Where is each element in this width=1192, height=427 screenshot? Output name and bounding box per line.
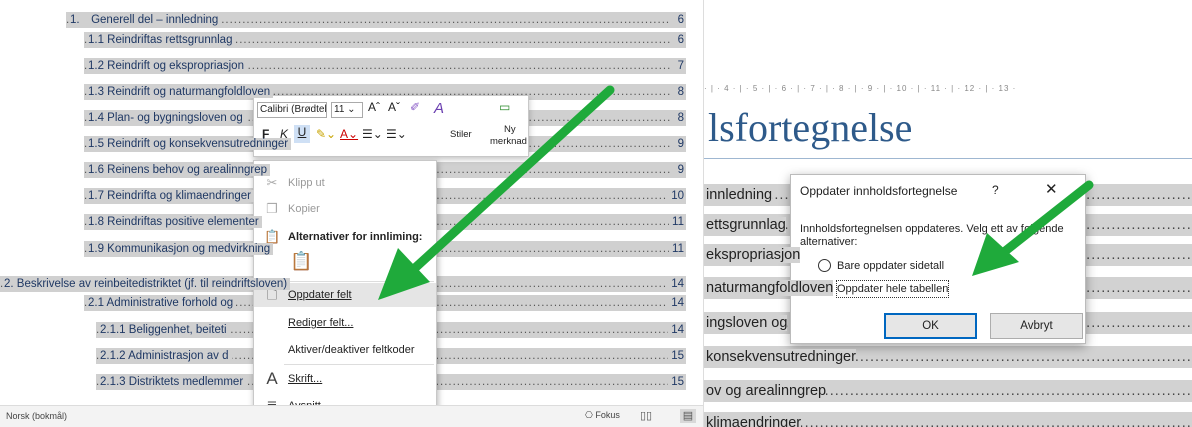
read-mode-icon[interactable]: ▯▯ [638, 409, 654, 423]
new-comment-icon[interactable]: ▭ [499, 100, 510, 114]
toc-entry-title: ekspropriasjon [704, 247, 801, 263]
toc-entry-title: 1.3 Reindrift og naturmangfoldloven [88, 86, 274, 98]
menu-item-font[interactable]: A Skrift... [254, 367, 436, 391]
menu-item-edit-field[interactable]: Rediger felt... [254, 311, 436, 335]
toc-entry-title: klimaendringer [704, 415, 802, 427]
toc-entry-title: 2.1.2 Administrasjon av d [100, 350, 232, 362]
focus-mode-button[interactable]: ⎔ Fokus [585, 410, 620, 421]
menu-separator [284, 281, 434, 282]
toc-entry-page: 9 [674, 136, 684, 152]
heading-rule [704, 158, 1192, 159]
toc-entry-title: 2.1.3 Distriktets medlemmer [100, 376, 247, 388]
toc-entry-page: 14 [668, 322, 684, 338]
toc-entry-page: 6 [674, 12, 684, 28]
focus-icon: ⎔ [585, 410, 593, 420]
toc-entry-title: 1.6 Reinens behov og arealinngrep [88, 164, 271, 176]
toc-entry-right[interactable]: ........................................… [704, 380, 1192, 402]
toc-entry-title: konsekvensutredninger [704, 349, 856, 365]
toc-entry-page: 9 [674, 162, 684, 178]
toc-heading: lsfortegnelse [708, 105, 913, 150]
menu-item-cut[interactable]: ✂ Klipp ut [254, 171, 436, 195]
ruler: · | · 4 · | · 5 · | · 6 · | · 7 · | · 8 … [704, 84, 1017, 93]
toc-entry-page: 7 [674, 58, 684, 74]
toc-entry-title: ettsgrunnlag [704, 217, 786, 233]
toc-entry-page: 15 [668, 348, 684, 364]
toc-entry-title: 1.7 Reindrifta og klimaendringer [88, 190, 255, 202]
dialog-message: Innholdsfortegnelsen oppdateres. Velg et… [800, 223, 1064, 248]
new-comment-label[interactable]: Ny [504, 124, 516, 135]
word-document-right: · | · 4 · | · 5 · | · 6 · | · 7 · | · 8 … [703, 0, 1192, 427]
language-indicator[interactable]: Norsk (bokmål) [6, 411, 67, 421]
toc-entry-page: 8 [674, 84, 684, 100]
menu-item-toggle-field-codes[interactable]: Aktiver/deaktiver feltkoder [254, 338, 436, 362]
font-size-box[interactable]: 11 ⌄ [331, 102, 363, 118]
menu-item-paste-options: 📋 Alternativer for innliming: [254, 225, 436, 249]
menu-separator-2 [284, 364, 434, 365]
close-icon[interactable]: ✕ [1045, 180, 1058, 198]
toc-entry-title: 2.1 Administrative forhold og [88, 297, 237, 309]
toc-entry[interactable]: ........................................… [66, 12, 686, 28]
bullets-icon[interactable]: ☰⌄ [362, 127, 383, 141]
toc-entry-title: naturmangfoldloven [704, 280, 834, 296]
toc-entry[interactable]: ........................................… [84, 32, 686, 48]
font-icon: A [266, 369, 278, 388]
menu-item-copy[interactable]: ❐ Kopier [254, 197, 436, 221]
toc-entry-title: 2. Beskrivelse av reinbeitedistriktet (j… [4, 278, 291, 290]
ok-button[interactable]: OK [884, 313, 977, 339]
highlight-icon[interactable]: ✎⌄ [316, 127, 336, 141]
cancel-button[interactable]: Avbryt [990, 313, 1083, 339]
font-color-icon[interactable]: A⌄ [340, 127, 358, 141]
toc-entry-page: 6 [674, 32, 684, 48]
toc-entry-title: ingsloven og [704, 315, 788, 331]
underline-button[interactable]: U [294, 125, 310, 143]
styles-label[interactable]: Stiler [450, 129, 472, 140]
word-document-left: ........................................… [0, 0, 703, 427]
paste-keep-text-icon[interactable]: 📋 [290, 251, 312, 272]
toc-entry-page: 8 [674, 110, 684, 126]
new-comment-label-2[interactable]: merknad [490, 136, 527, 147]
toc-entry-title: 1.8 Reindriftas positive elementer [88, 216, 262, 228]
mini-toolbar: Calibri (Brødtekst) 11 ⌄ Aˆ Aˇ ✐ A ▭ F K… [253, 95, 529, 157]
styles-icon[interactable]: A [434, 100, 444, 117]
toc-entry-page: 10 [668, 188, 684, 204]
toc-entry-page: 11 [669, 241, 684, 257]
toc-entry-title: 1. Generell del – innledning [70, 14, 222, 26]
toc-entry-right[interactable]: ........................................… [704, 346, 1192, 368]
print-layout-icon[interactable]: ▤ [680, 409, 696, 423]
toc-entry-title: 1.5 Reindrift og konsekvensutredninger [88, 138, 292, 150]
toc-entry-title: innledning [704, 187, 773, 203]
numbering-icon[interactable]: ☰⌄ [386, 127, 407, 141]
toc-entry-page: 14 [668, 295, 684, 311]
context-menu: ✂ Klipp ut ❐ Kopier 📋 Alternativer for innl… [253, 160, 437, 422]
update-toc-dialog: Oppdater innholdsfortegnelse ? ✕ Innhold… [790, 174, 1086, 344]
toc-entry-title: 1.2 Reindrift og ekspropriasjon [88, 60, 247, 72]
format-painter-icon[interactable]: ✐ [410, 100, 420, 114]
radio-circle [818, 259, 831, 272]
grow-font-button[interactable]: Aˆ [368, 100, 380, 114]
dialog-title: Oppdater innholdsfortegnelse [800, 184, 958, 198]
toc-entry-title: 1.1 Reindriftas rettsgrunnlag [88, 34, 236, 46]
toc-entry-title: 1.9 Kommunikasjon og medvirkning [88, 243, 274, 255]
toc-entry-page: 14 [668, 276, 684, 292]
toc-entry-page: 11 [669, 214, 684, 230]
toc-entry-title: 1.4 Plan- og bygningsloven og [88, 112, 246, 124]
copy-icon: ❐ [266, 201, 278, 216]
toc-entry-page: 15 [668, 374, 684, 390]
status-bar: Norsk (bokmål) ⎔ Fokus ▯▯ ▤ [0, 405, 703, 427]
font-name-box[interactable]: Calibri (Brødtekst) [257, 102, 327, 118]
toc-entry[interactable]: ........................................… [84, 58, 686, 74]
toc-entry-title: ov og arealinngrep [704, 383, 827, 399]
shrink-font-button[interactable]: Aˇ [388, 100, 400, 114]
toc-entry-title: 2.1.1 Beliggenhet, beiteti [100, 324, 230, 336]
toc-entry-right[interactable]: ........................................… [704, 412, 1192, 427]
help-button[interactable]: ? [992, 183, 999, 197]
